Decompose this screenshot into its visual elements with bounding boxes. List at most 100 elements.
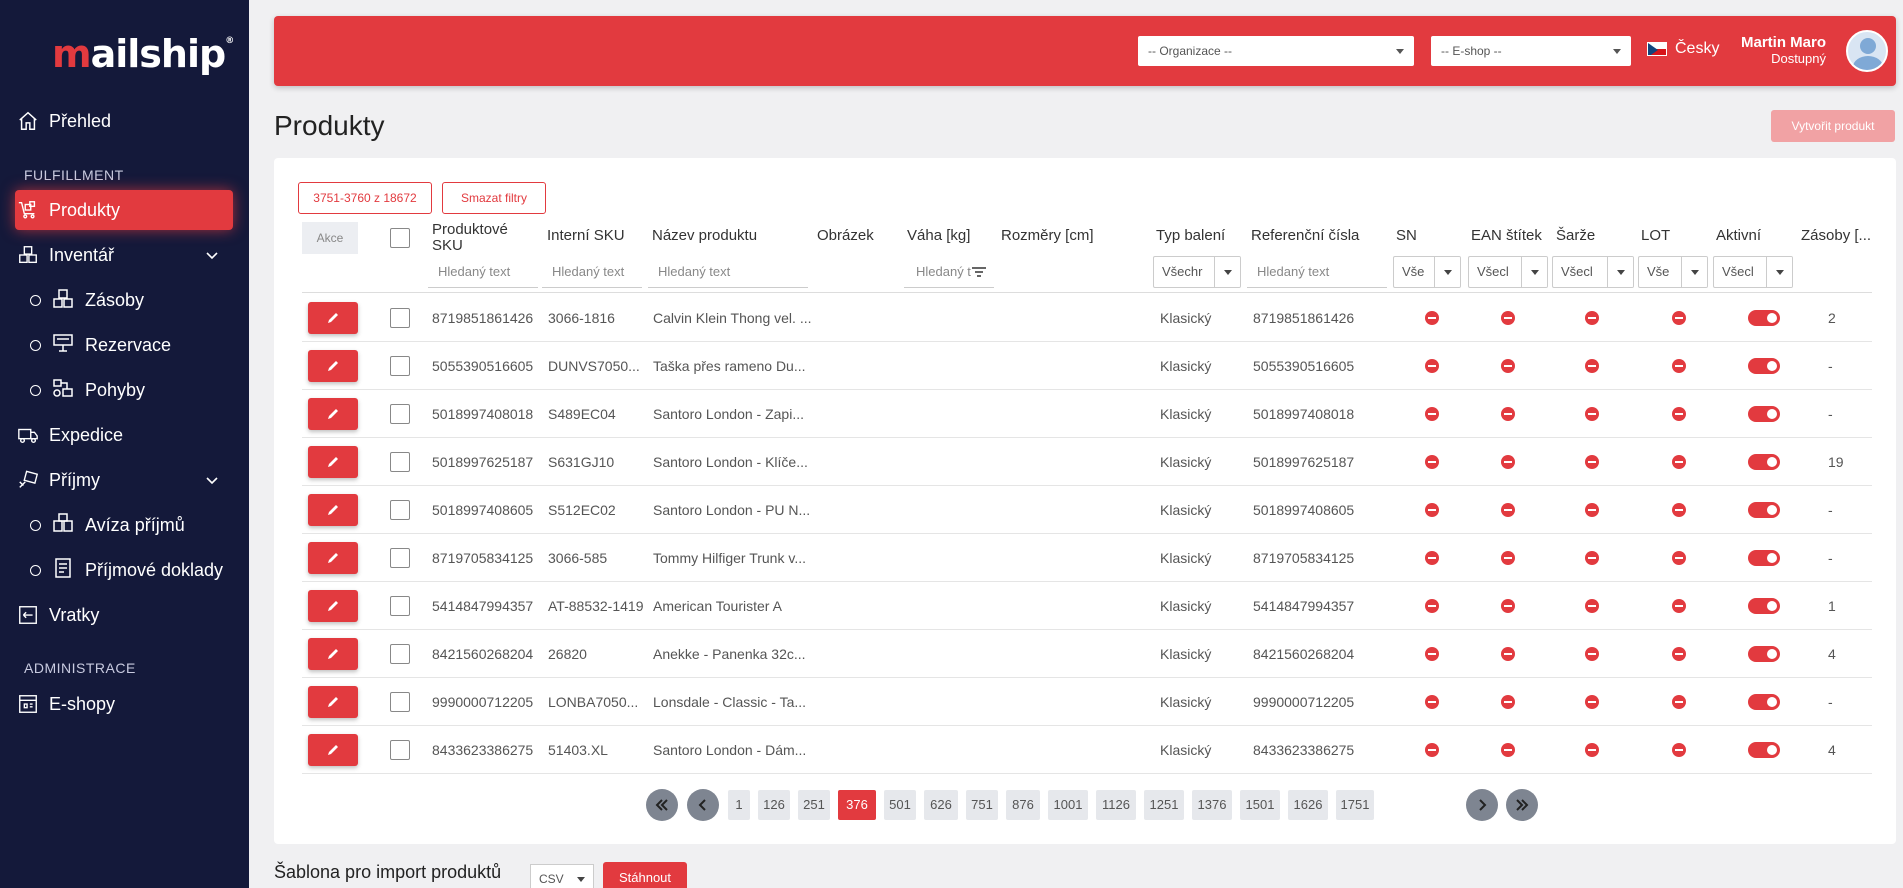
table-row[interactable]: 8719705834125 3066-585 Tommy Hilfiger Trun… <box>302 534 1872 582</box>
sidebar-item-eshops[interactable]: E-shopy <box>17 685 115 723</box>
filter-ean-select[interactable]: Všecl <box>1468 256 1548 288</box>
prev-page-button[interactable] <box>687 789 719 821</box>
create-product-button[interactable]: Vytvořit produkt <box>1771 110 1895 142</box>
column-header-sn[interactable]: SN <box>1396 228 1417 244</box>
next-page-button[interactable] <box>1466 789 1498 821</box>
filter-internal-sku-input[interactable]: Hledaný text <box>542 256 642 288</box>
row-checkbox[interactable] <box>390 500 410 520</box>
edit-button[interactable] <box>308 734 358 766</box>
sidebar-item-returns[interactable]: Vratky <box>17 596 99 634</box>
mailship-logo[interactable]: mailship® <box>52 32 234 76</box>
table-row[interactable]: 5018997625187 S631GJ10 Santoro London - Kl… <box>302 438 1872 486</box>
sidebar-item-expedition[interactable]: Expedice <box>17 416 123 454</box>
edit-button[interactable] <box>308 494 358 526</box>
chevron-down-icon[interactable] <box>205 249 219 263</box>
organization-select[interactable]: -- Organizace -- <box>1138 36 1414 66</box>
page-button[interactable]: 1501 <box>1240 790 1280 820</box>
active-toggle[interactable] <box>1748 310 1780 326</box>
row-checkbox[interactable] <box>390 308 410 328</box>
edit-button[interactable] <box>308 542 358 574</box>
column-header-lot[interactable]: LOT <box>1641 228 1670 244</box>
active-toggle[interactable] <box>1748 742 1780 758</box>
column-header-stock[interactable]: Zásoby [... <box>1801 228 1871 244</box>
active-toggle[interactable] <box>1748 406 1780 422</box>
row-checkbox[interactable] <box>390 740 410 760</box>
format-select[interactable]: CSV <box>530 864 594 888</box>
table-row[interactable]: 5414847994357 AT-88532-1419 American Touri… <box>302 582 1872 630</box>
range-chip[interactable]: 3751-3760 z 18672 <box>298 182 432 214</box>
table-row[interactable]: 5055390516605 DUNVS7050... Taška přes rame… <box>302 342 1872 390</box>
page-button[interactable]: 1626 <box>1288 790 1328 820</box>
column-header-ean[interactable]: EAN štítek <box>1471 228 1542 244</box>
edit-button[interactable] <box>308 638 358 670</box>
active-toggle[interactable] <box>1748 598 1780 614</box>
clear-filters-button[interactable]: Smazat filtry <box>442 182 546 214</box>
active-toggle[interactable] <box>1748 646 1780 662</box>
filter-active-select[interactable]: Všecl <box>1713 256 1793 288</box>
page-button[interactable]: 751 <box>966 790 998 820</box>
sidebar-item-receipt-notices[interactable]: Avíza příjmů <box>30 510 185 540</box>
chevron-down-icon[interactable] <box>205 474 219 488</box>
page-button[interactable]: 1751 <box>1336 790 1374 820</box>
edit-button[interactable] <box>308 590 358 622</box>
column-header-ref-numbers[interactable]: Referenční čísla <box>1251 228 1359 244</box>
column-header-image[interactable]: Obrázek <box>817 228 874 244</box>
select-all-checkbox[interactable] <box>390 228 410 248</box>
avatar[interactable] <box>1846 30 1888 72</box>
row-checkbox[interactable] <box>390 692 410 712</box>
download-button[interactable]: Stáhnout <box>603 862 687 888</box>
page-button[interactable]: 1376 <box>1192 790 1232 820</box>
first-page-button[interactable] <box>646 789 678 821</box>
active-toggle[interactable] <box>1748 358 1780 374</box>
column-header-name[interactable]: Název produktu <box>652 228 757 244</box>
page-button[interactable]: 626 <box>924 790 958 820</box>
filter-sn-select[interactable]: Vše <box>1393 256 1461 288</box>
user-info[interactable]: Martin Maro Dostupný <box>1741 34 1826 66</box>
sidebar-item-reservations[interactable]: Rezervace <box>30 330 171 360</box>
sidebar-item-receipt-docs[interactable]: Příjmové doklady <box>30 555 223 585</box>
page-button[interactable]: 1126 <box>1096 790 1136 820</box>
filter-batch-select[interactable]: Všecl <box>1552 256 1634 288</box>
edit-button[interactable] <box>308 398 358 430</box>
page-button[interactable]: 876 <box>1006 790 1040 820</box>
table-row[interactable]: 5018997408018 S489EC04 Santoro London - Za… <box>302 390 1872 438</box>
last-page-button[interactable] <box>1506 789 1538 821</box>
filter-icon[interactable] <box>972 267 986 277</box>
row-checkbox[interactable] <box>390 644 410 664</box>
row-checkbox[interactable] <box>390 404 410 424</box>
filter-lot-select[interactable]: Vše <box>1638 256 1708 288</box>
edit-button[interactable] <box>308 302 358 334</box>
sidebar-item-products[interactable]: Produkty <box>17 191 120 229</box>
page-button[interactable]: 251 <box>798 790 830 820</box>
page-button[interactable]: 1001 <box>1048 790 1088 820</box>
filter-package-select[interactable]: Všechr <box>1153 256 1241 288</box>
table-row[interactable]: 8421560268204 26820 Anekke - Panenka 32c..… <box>302 630 1872 678</box>
table-row[interactable]: 8433623386275 51403.XL Santoro London - Dá… <box>302 726 1872 774</box>
column-header-active[interactable]: Aktivní <box>1716 228 1761 244</box>
sidebar-item-overview[interactable]: Přehled <box>17 102 111 140</box>
column-header-internal-sku[interactable]: Interní SKU <box>547 228 625 244</box>
row-checkbox[interactable] <box>390 452 410 472</box>
page-button[interactable]: 1 <box>728 790 750 820</box>
sidebar-item-inventory[interactable]: Inventář <box>17 236 114 274</box>
table-row[interactable]: 5018997408605 S512EC02 Santoro London - PU… <box>302 486 1872 534</box>
row-checkbox[interactable] <box>390 596 410 616</box>
column-header-sku[interactable]: Produktové SKU <box>432 222 508 254</box>
column-header-package-type[interactable]: Typ balení <box>1156 228 1225 244</box>
page-button[interactable]: 126 <box>758 790 790 820</box>
active-toggle[interactable] <box>1748 502 1780 518</box>
page-button[interactable]: 1251 <box>1144 790 1184 820</box>
table-row[interactable]: 8719851861426 3066-1816 Calvin Klein Thong… <box>302 294 1872 342</box>
edit-button[interactable] <box>308 350 358 382</box>
column-header-dimensions[interactable]: Rozměry [cm] <box>1001 228 1094 244</box>
filter-ref-input[interactable]: Hledaný text <box>1247 256 1387 288</box>
sidebar-item-movements[interactable]: Pohyby <box>30 375 145 405</box>
column-header-batch[interactable]: Šarže <box>1556 228 1595 244</box>
row-checkbox[interactable] <box>390 356 410 376</box>
language-switch[interactable]: Česky <box>1647 40 1719 58</box>
filter-sku-input[interactable]: Hledaný text <box>428 256 538 288</box>
row-checkbox[interactable] <box>390 548 410 568</box>
column-header-weight[interactable]: Váha [kg] <box>907 228 970 244</box>
sidebar-item-receipts[interactable]: Příjmy <box>17 461 100 499</box>
edit-button[interactable] <box>308 446 358 478</box>
